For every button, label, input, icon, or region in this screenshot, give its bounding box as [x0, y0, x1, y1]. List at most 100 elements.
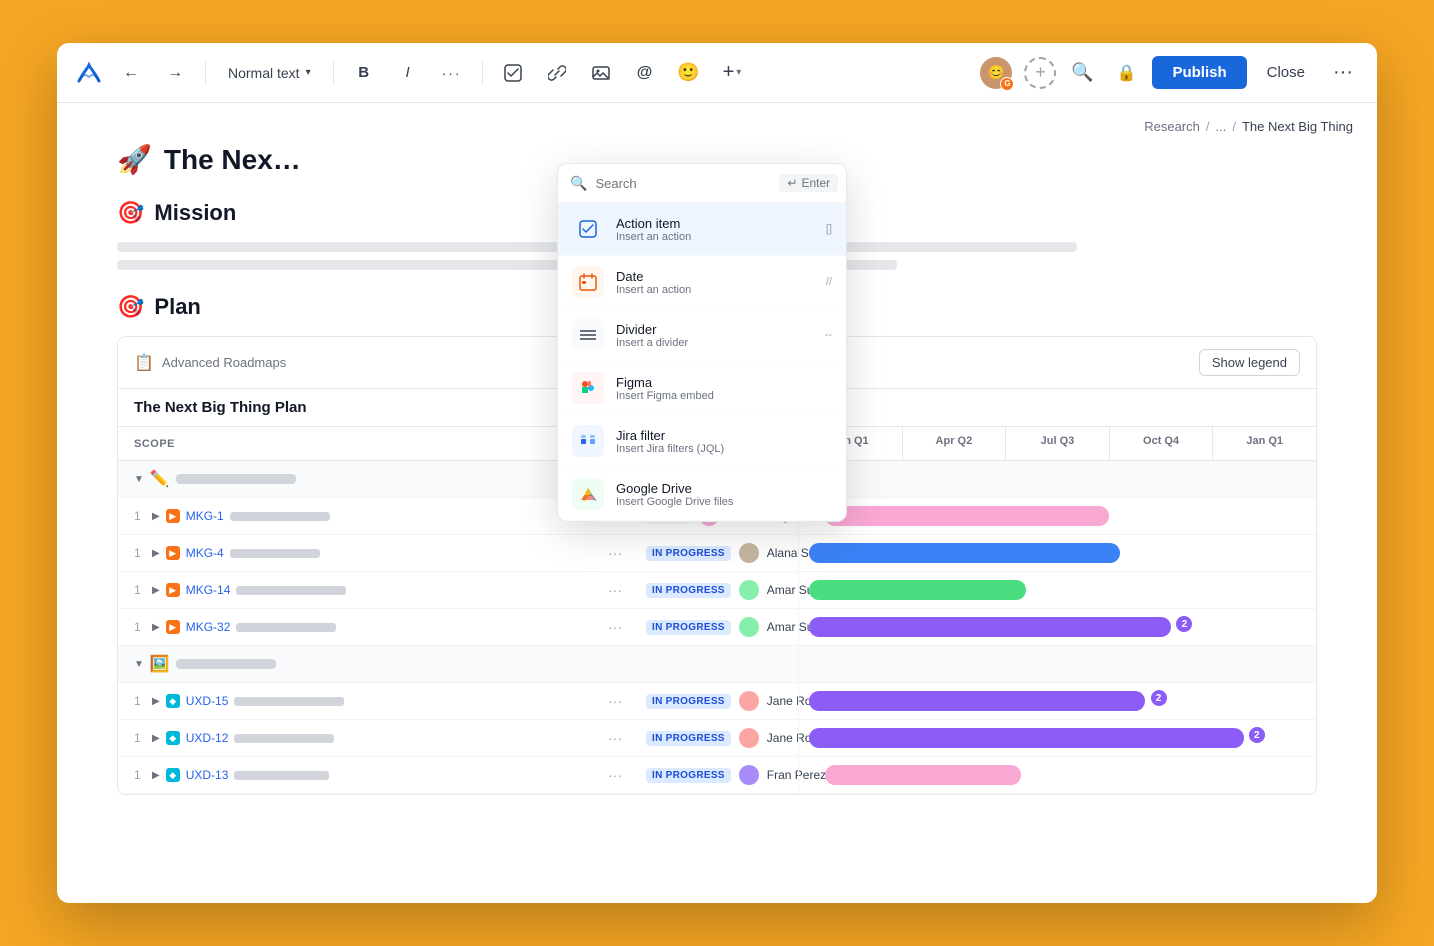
- row-more-icon[interactable]: ···: [608, 693, 622, 709]
- avatar[interactable]: 😊 G: [980, 57, 1012, 89]
- mission-label[interactable]: Mission: [154, 200, 236, 226]
- quarter-oct-q4: Oct Q4: [1109, 427, 1213, 460]
- expand-icon[interactable]: ▶: [152, 696, 160, 707]
- figma-icon: [572, 372, 604, 404]
- toolbar-divider-3: [482, 61, 483, 85]
- more-options-button[interactable]: ···: [1325, 55, 1361, 91]
- row-chart: 2: [798, 683, 1316, 719]
- close-button[interactable]: Close: [1255, 56, 1317, 89]
- insert-button[interactable]: + ▾: [715, 55, 750, 90]
- list-item[interactable]: Date Insert an action //: [558, 256, 846, 309]
- undo-button[interactable]: ←: [113, 55, 149, 91]
- row-more-icon[interactable]: ···: [608, 582, 622, 598]
- divider-desc: Insert a divider: [616, 337, 813, 349]
- plan-label[interactable]: Plan: [154, 294, 200, 320]
- expand-icon[interactable]: ▶: [152, 770, 160, 781]
- publish-button[interactable]: Publish: [1152, 56, 1246, 89]
- status-badge: IN PROGRESS: [646, 731, 731, 746]
- toolbar: ← → Normal text ▾ B I ···: [57, 43, 1377, 103]
- quarter-apr-q2: Apr Q2: [902, 427, 1006, 460]
- insert-dropdown-panel[interactable]: 🔍 ↵ Enter Act: [557, 163, 847, 522]
- row-left: 1 ▶ ◆ UXD-12 ···: [118, 724, 638, 752]
- expand-icon[interactable]: ▶: [152, 622, 160, 633]
- expand-icon[interactable]: ▶: [152, 585, 160, 596]
- gantt-timeline: Jan Q1 Apr Q2 Jul Q3 Oct Q4 Jan Q1: [798, 427, 1316, 460]
- dropdown-search-input[interactable]: [595, 176, 771, 191]
- lock-button[interactable]: 🔒: [1108, 55, 1144, 91]
- ticket-title-placeholder: [230, 549, 320, 558]
- logo[interactable]: [73, 57, 105, 89]
- row-chart: [798, 572, 1316, 608]
- ticket-title-placeholder: [236, 623, 336, 632]
- list-item[interactable]: Divider Insert a divider --: [558, 309, 846, 362]
- breadcrumb-research[interactable]: Research: [1144, 119, 1200, 134]
- collapse-icon[interactable]: ▼: [134, 659, 144, 670]
- group-icon: ✏️: [150, 469, 170, 489]
- add-user-button[interactable]: +: [1024, 57, 1056, 89]
- jira-text: Jira filter Insert Jira filters (JQL): [616, 428, 820, 455]
- emoji-button[interactable]: 🙂: [671, 55, 707, 91]
- text-format-button[interactable]: Normal text ▾: [218, 59, 321, 87]
- ticket-title-placeholder: [234, 734, 334, 743]
- quarter-jan-q1-2: Jan Q1: [1212, 427, 1316, 460]
- title-emoji: 🚀: [117, 143, 152, 176]
- list-item[interactable]: Figma Insert Figma embed: [558, 362, 846, 415]
- breadcrumb-ellipsis[interactable]: ...: [1215, 119, 1226, 134]
- link-button[interactable]: [539, 55, 575, 91]
- ticket-type-icon: ▶: [166, 509, 180, 523]
- group-icon: 🖼️: [150, 654, 170, 674]
- collapse-icon[interactable]: ▼: [134, 474, 144, 485]
- status-badge: IN PROGRESS: [646, 546, 731, 561]
- badge-2: 2: [1249, 727, 1265, 743]
- list-item[interactable]: Google Drive Insert Google Drive files: [558, 468, 846, 521]
- table-row: 1 ▶ ▶ MKG-14 ··· IN PROGRESS Amar Sundar…: [118, 572, 1316, 609]
- list-item[interactable]: Jira filter Insert Jira filters (JQL): [558, 415, 846, 468]
- roadmap-source-label: Advanced Roadmaps: [162, 355, 286, 370]
- mention-button[interactable]: @: [627, 55, 663, 91]
- group-placeholder: [176, 659, 276, 669]
- search-icon: 🔍: [570, 175, 587, 192]
- enter-arrow-icon: ↵: [787, 176, 797, 190]
- gantt-bar: [809, 543, 1119, 563]
- google-drive-icon: [572, 478, 604, 510]
- show-legend-button[interactable]: Show legend: [1199, 349, 1300, 376]
- assignee-avatar: [739, 765, 759, 785]
- advanced-roadmaps-icon: 📋: [134, 353, 154, 373]
- assignee-avatar: [739, 580, 759, 600]
- bold-button[interactable]: B: [346, 55, 382, 91]
- expand-icon[interactable]: ▶: [152, 548, 160, 559]
- search-button[interactable]: 🔍: [1064, 55, 1100, 91]
- divider-shortcut: --: [825, 329, 832, 341]
- expand-icon[interactable]: ▶: [152, 511, 160, 522]
- enter-hint: ↵ Enter: [779, 174, 838, 192]
- list-item[interactable]: Action item Insert an action []: [558, 203, 846, 256]
- group-fields: [638, 658, 798, 670]
- action-item-shortcut: []: [826, 223, 832, 235]
- gantt-bar: [809, 617, 1171, 637]
- status-badge: IN PROGRESS: [646, 583, 731, 598]
- status-badge: IN PROGRESS: [646, 694, 731, 709]
- row-more-icon[interactable]: ···: [608, 767, 622, 783]
- italic-button[interactable]: I: [390, 55, 426, 91]
- row-more-icon[interactable]: ···: [608, 545, 622, 561]
- jira-label: Jira filter: [616, 428, 820, 443]
- row-fields: IN PROGRESS Jane Rotanson ▾: [638, 685, 798, 717]
- row-more-icon[interactable]: ···: [608, 730, 622, 746]
- status-badge: IN PROGRESS: [646, 620, 731, 635]
- redo-button[interactable]: →: [157, 55, 193, 91]
- row-fields: IN PROGRESS Amar Sundaram ▾: [638, 611, 798, 643]
- image-button[interactable]: [583, 55, 619, 91]
- divider-icon: [572, 319, 604, 351]
- toolbar-divider-1: [205, 61, 206, 85]
- chevron-down-icon: ▾: [736, 67, 741, 78]
- expand-icon[interactable]: ▶: [152, 733, 160, 744]
- row-left: 1 ▶ ◆ UXD-13 ···: [118, 761, 638, 789]
- date-text: Date Insert an action: [616, 269, 814, 296]
- more-text-button[interactable]: ···: [434, 55, 470, 91]
- title-text[interactable]: The Nex…: [164, 144, 301, 176]
- row-chart: [798, 757, 1316, 793]
- row-chart: [798, 535, 1316, 571]
- table-row: 1 ▶ ◆ UXD-13 ··· IN PROGRESS Fran Perez …: [118, 757, 1316, 794]
- row-more-icon[interactable]: ···: [608, 619, 622, 635]
- checkbox-button[interactable]: [495, 55, 531, 91]
